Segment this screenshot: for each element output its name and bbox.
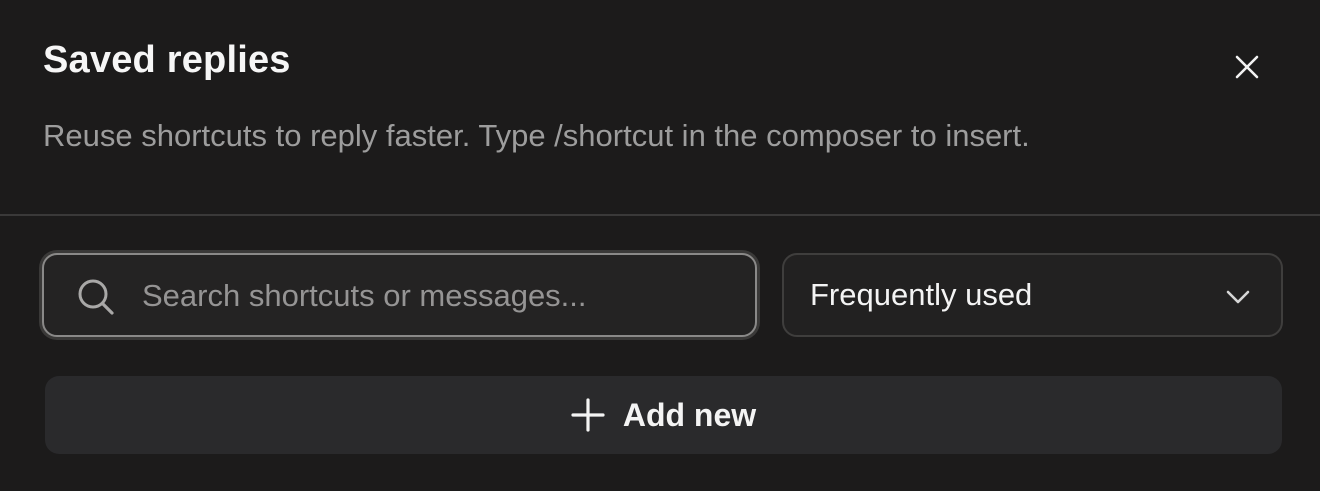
sort-dropdown[interactable]: Frequently used	[782, 253, 1283, 337]
panel-header: Saved replies Reuse shortcuts to reply f…	[0, 0, 1320, 215]
plus-icon	[571, 398, 605, 432]
chevron-down-icon	[1226, 290, 1250, 304]
header-divider	[0, 214, 1320, 216]
sort-selected-value: Frequently used	[810, 277, 1033, 312]
panel-subtitle: Reuse shortcuts to reply faster. Type /s…	[43, 118, 1030, 153]
add-new-label: Add new	[622, 397, 757, 433]
search-input[interactable]	[142, 265, 742, 327]
search-field[interactable]	[42, 253, 757, 337]
close-button[interactable]	[1226, 46, 1268, 88]
add-new-button[interactable]: Add new	[45, 376, 1282, 454]
add-new-content: Add new	[571, 395, 756, 435]
saved-replies-panel: Saved replies Reuse shortcuts to reply f…	[0, 0, 1320, 491]
panel-title: Saved replies	[43, 39, 291, 81]
close-icon	[1235, 55, 1259, 79]
search-icon	[78, 279, 114, 315]
